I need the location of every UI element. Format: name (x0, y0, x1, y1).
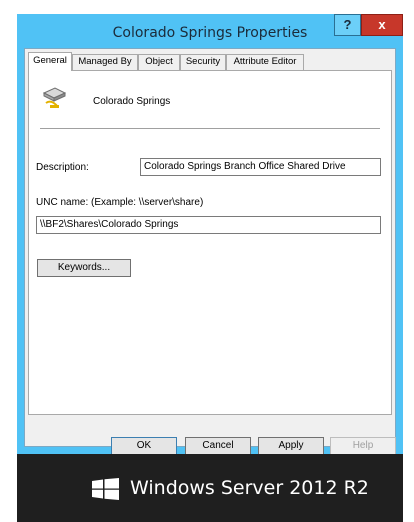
windows-server-branding: Windows Server 2012 R2 (130, 477, 369, 499)
help-button[interactable]: Help (330, 437, 396, 455)
tab-managed-by[interactable]: Managed By (72, 54, 138, 70)
tab-object[interactable]: Object (138, 54, 180, 70)
unc-name-input[interactable]: \\BF2\Shares\Colorado Springs (36, 216, 381, 234)
general-tab-panel: Colorado Springs Description: Colorado S… (28, 70, 392, 415)
separator (40, 128, 380, 129)
description-input[interactable]: Colorado Springs Branch Office Shared Dr… (140, 158, 381, 176)
tab-general[interactable]: General (28, 52, 72, 71)
ok-button[interactable]: OK (111, 437, 177, 455)
description-label: Description: (36, 162, 89, 173)
branding-footer: Windows Server 2012 R2 (17, 454, 403, 522)
dialog-client-area: General Managed By Object Security Attri… (24, 48, 396, 455)
tab-attribute-editor[interactable]: Attribute Editor (226, 54, 304, 70)
properties-dialog: Colorado Springs Properties ? x General … (17, 14, 403, 455)
windows-logo-icon (92, 478, 119, 500)
keywords-button[interactable]: Keywords... (37, 259, 131, 277)
shared-folder-icon (42, 87, 67, 108)
tab-security[interactable]: Security (180, 54, 226, 70)
help-title-button[interactable]: ? (334, 14, 361, 36)
share-name: Colorado Springs (93, 96, 171, 107)
title-bar[interactable]: Colorado Springs Properties ? x (17, 14, 403, 48)
unc-name-label: UNC name: (Example: \\server\share) (36, 197, 204, 208)
cancel-button[interactable]: Cancel (185, 437, 251, 455)
apply-button[interactable]: Apply (258, 437, 324, 455)
close-button[interactable]: x (361, 14, 403, 36)
